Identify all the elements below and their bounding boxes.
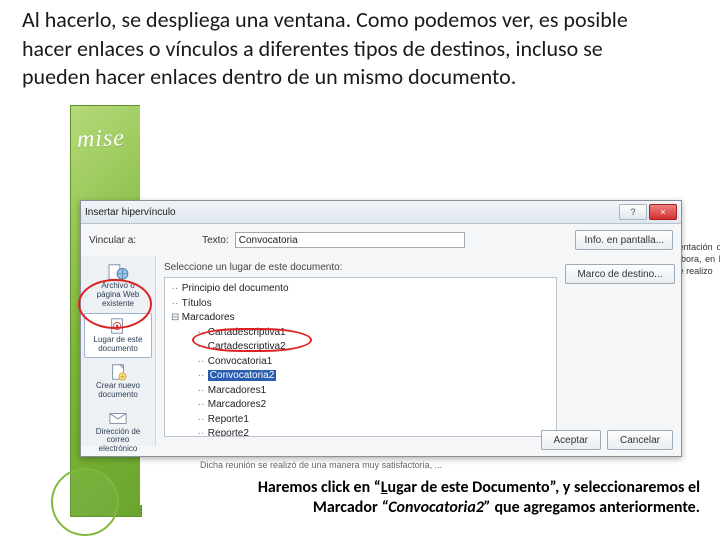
intro-paragraph: Al hacerlo, se despliega una ventana. Co… <box>22 6 662 92</box>
nav-label: Archivo o <box>101 281 134 290</box>
tree-top[interactable]: Principio del documento <box>182 283 289 294</box>
nav-create-new-document[interactable]: Crear nuevodocumento <box>84 359 152 404</box>
dialog-title: Insertar hipervínculo <box>85 207 617 218</box>
ribbon-circle-decoration <box>51 468 119 536</box>
envelope-icon <box>107 409 129 427</box>
nav-label: electrónico <box>99 444 138 453</box>
caption-italic: “Convocatoria2” <box>381 498 491 517</box>
caption-p3: que agregamos anteriormente. <box>491 498 700 517</box>
tree-item[interactable]: Cartadescriptiva1 <box>208 327 286 338</box>
target-frame-button[interactable]: Marco de destino... <box>565 264 675 284</box>
dialog-top-row: Vincular a: Texto: Info. en pantalla... <box>81 224 681 256</box>
nav-email-address[interactable]: Dirección decorreoelectrónico <box>84 405 152 458</box>
caption-p1: Haremos click en “ <box>258 478 381 497</box>
nav-label: documento <box>98 390 138 399</box>
nav-label: Crear nuevo <box>96 381 140 390</box>
nav-label: Lugar de este <box>94 335 143 344</box>
nav-label: correo <box>107 435 130 444</box>
tree-item[interactable]: Reporte2 <box>208 428 249 437</box>
tree-item[interactable]: Marcadores2 <box>208 399 266 410</box>
tree-item-selected[interactable]: Convocatoria2 <box>208 370 276 381</box>
background-doc-continuation: Dicha reunión se realizó de una manera m… <box>200 460 650 470</box>
nav-label: Dirección de <box>96 427 140 436</box>
caption-underline: L <box>381 478 388 497</box>
slide-caption: Haremos click en “Lugar de este Document… <box>190 478 700 518</box>
ribbon-text: mise <box>77 125 126 154</box>
document-target-icon <box>107 317 129 335</box>
document-places-tree[interactable]: ·· Principio del documento ·· Títulos ⊟ … <box>164 277 557 437</box>
nav-label: página Web <box>97 290 140 299</box>
nav-label: existente <box>102 299 134 308</box>
dialog-button-row: Aceptar Cancelar <box>541 430 674 450</box>
tree-item[interactable]: Cartadescriptiva2 <box>208 341 286 352</box>
tree-titles[interactable]: Títulos <box>182 298 212 309</box>
nav-existing-file[interactable]: Archivo opágina Webexistente <box>84 259 152 312</box>
tree-bookmarks[interactable]: Marcadores <box>182 312 235 323</box>
screen-tip-button[interactable]: Info. en pantalla... <box>575 230 673 250</box>
new-document-icon <box>107 363 129 381</box>
tree-item[interactable]: Marcadores1 <box>208 385 266 396</box>
cancel-button[interactable]: Cancelar <box>607 430 673 450</box>
dialog-right-panel: Marco de destino... <box>565 256 681 446</box>
tree-item[interactable]: Convocatoria1 <box>208 356 272 367</box>
dialog-center-panel: Seleccione un lugar de este documento: ·… <box>156 256 565 446</box>
text-to-display-input[interactable] <box>235 232 465 248</box>
globe-page-icon <box>107 263 129 281</box>
close-button[interactable]: × <box>649 204 677 220</box>
link-to-nav: Archivo opágina Webexistente Lugar de es… <box>81 256 156 446</box>
text-label: Texto: <box>202 235 229 246</box>
tree-item[interactable]: Reporte1 <box>208 414 249 425</box>
help-button[interactable]: ? <box>619 204 647 220</box>
ok-button[interactable]: Aceptar <box>541 430 601 450</box>
link-to-label: Vincular a: <box>89 235 136 246</box>
insert-hyperlink-dialog: Insertar hipervínculo ? × Vincular a: Te… <box>80 200 682 457</box>
nav-label: documento <box>98 344 138 353</box>
tree-header: Seleccione un lugar de este documento: <box>164 262 557 273</box>
dialog-titlebar[interactable]: Insertar hipervínculo ? × <box>81 201 681 224</box>
nav-place-in-document[interactable]: Lugar de estedocumento <box>84 313 152 358</box>
